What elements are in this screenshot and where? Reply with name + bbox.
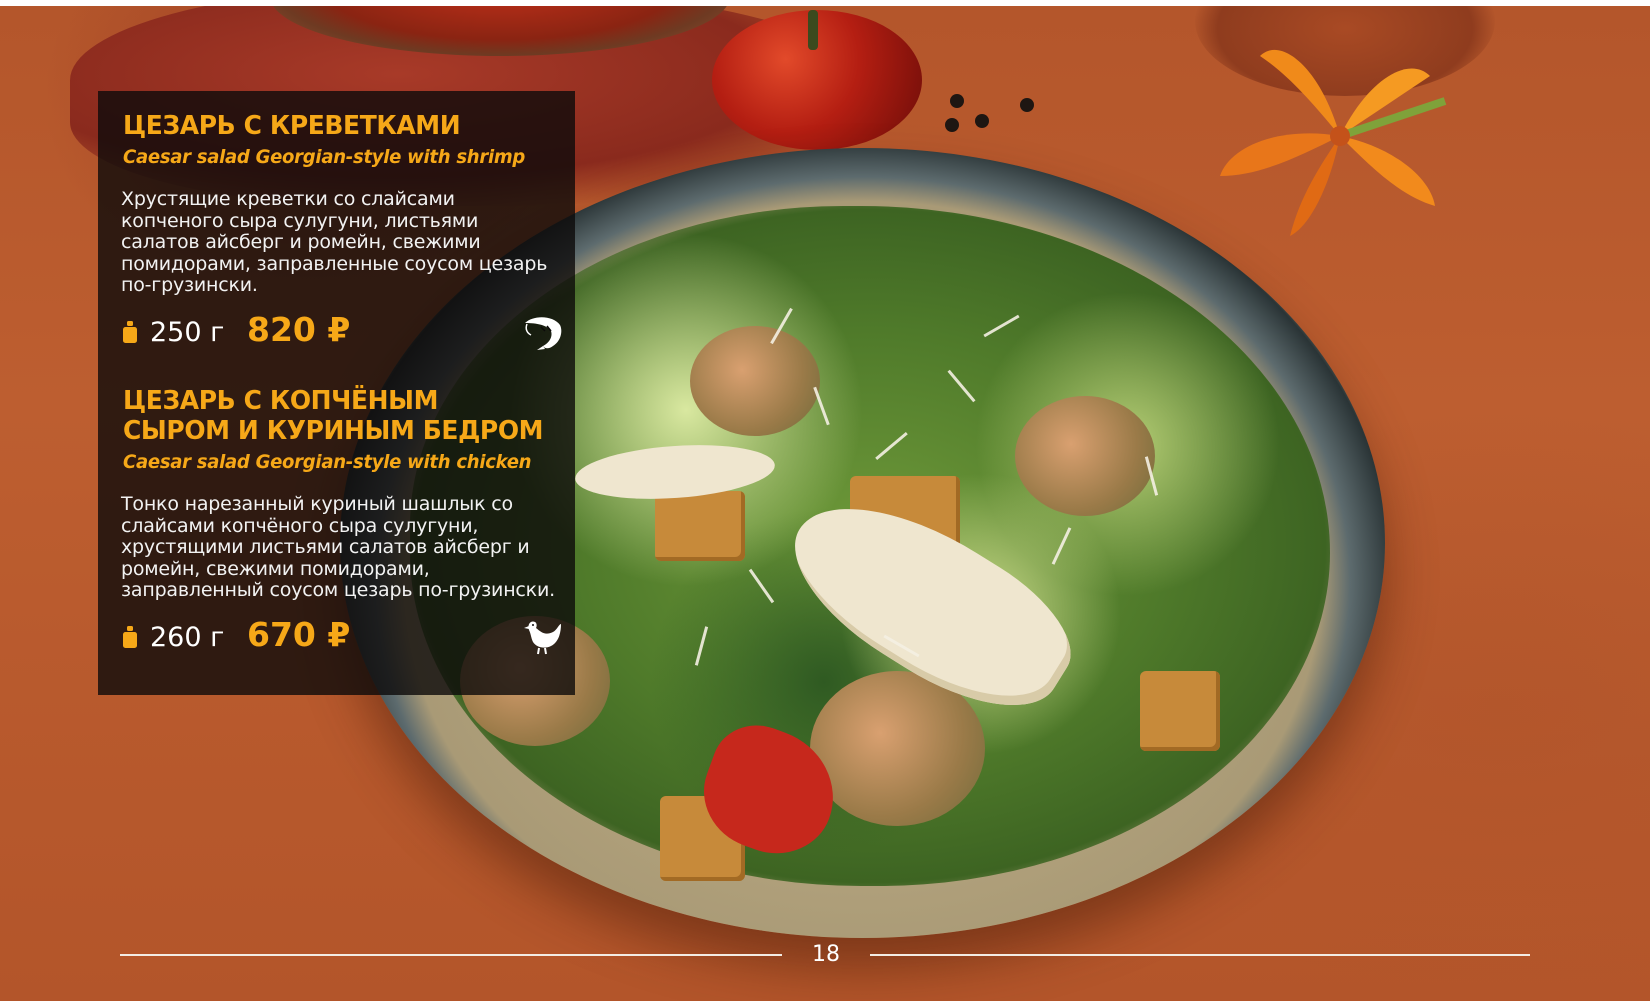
peppercorn-decoration: [950, 94, 964, 108]
shrimp-piece: [1015, 396, 1155, 516]
dish-description: Тонко нарезанный куриный шашлык со слайс…: [121, 493, 555, 601]
dish-price: 670 ₽: [247, 614, 351, 654]
shrimp-icon: [525, 316, 562, 350]
footer-rule-left: [120, 954, 782, 956]
peppercorn-decoration: [1020, 98, 1034, 112]
shrimp-piece: [690, 326, 820, 436]
dish-meta: 250 г 820 ₽: [123, 309, 563, 353]
dish-title-ru: ЦЕЗАРЬ С КОПЧЁНЫМ СЫРОМ И КУРИНЫМ БЕДРОМ: [123, 386, 544, 446]
dish-description: Хрустящие креветки со слайсами копченого…: [121, 188, 548, 296]
tomato-stem-decoration: [808, 10, 818, 50]
dish-meta: 260 г 670 ₽: [123, 614, 563, 658]
crouton: [1140, 671, 1220, 751]
menu-panel: ЦЕЗАРЬ С КРЕВЕТКАМИ Caesar salad Georgia…: [98, 91, 575, 695]
lily-flower-decoration: [1220, 49, 1447, 236]
crouton: [655, 491, 745, 561]
page-number: 18: [812, 942, 840, 967]
menu-item-shrimp-caesar: ЦЕЗАРЬ С КРЕВЕТКАМИ Caesar salad Georgia…: [121, 111, 563, 353]
weight-icon: [123, 625, 137, 648]
menu-page: ЦЕЗАРЬ С КРЕВЕТКАМИ Caesar salad Georgia…: [0, 6, 1650, 1001]
menu-item-chicken-caesar: ЦЕЗАРЬ С КОПЧЁНЫМ СЫРОМ И КУРИНЫМ БЕДРОМ…: [121, 386, 563, 658]
peppercorn-decoration: [945, 118, 959, 132]
dish-weight: 250 г: [150, 316, 225, 348]
dish-price: 820 ₽: [247, 309, 351, 349]
weight-icon: [123, 320, 137, 343]
dish-title-en: Caesar salad Georgian-style with shrimp: [123, 146, 526, 168]
footer-rule-right: [870, 954, 1530, 956]
chicken-icon: [524, 620, 561, 654]
dish-title-ru: ЦЕЗАРЬ С КРЕВЕТКАМИ: [123, 111, 461, 141]
dish-weight: 260 г: [150, 621, 225, 653]
dish-title-en: Caesar salad Georgian-style with chicken: [123, 451, 532, 473]
peppercorn-decoration: [975, 114, 989, 128]
